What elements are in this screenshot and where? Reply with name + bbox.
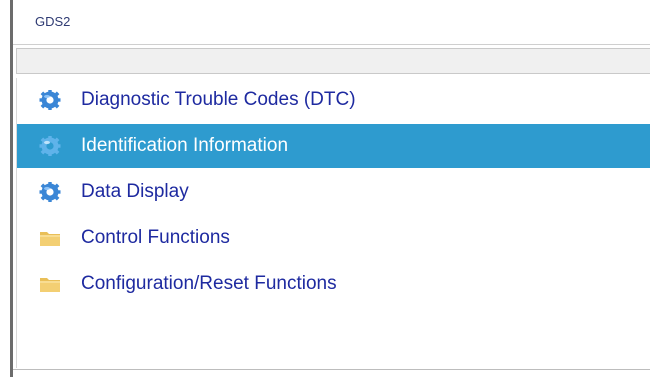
- folder-icon: [40, 232, 60, 246]
- function-tree: Diagnostic Trouble Codes (DTC) Identific…: [16, 78, 650, 368]
- tree-item-label: Identification Information: [81, 135, 289, 156]
- window-title: GDS2: [35, 14, 71, 29]
- tree-item-label: Diagnostic Trouble Codes (DTC): [81, 89, 356, 110]
- tree-item-configuration-reset[interactable]: Configuration/Reset Functions: [17, 262, 650, 306]
- folder-icon: [40, 278, 60, 292]
- window-border: [10, 0, 13, 377]
- gear-icon: [39, 136, 61, 156]
- gear-icon: [39, 90, 61, 110]
- tree-item-data-display[interactable]: Data Display: [17, 170, 650, 214]
- gear-icon: [39, 182, 61, 202]
- toolbar-strip: [16, 48, 650, 74]
- tree-item-dtc[interactable]: Diagnostic Trouble Codes (DTC): [17, 78, 650, 122]
- tree-item-label: Data Display: [81, 181, 189, 202]
- tree-item-label: Control Functions: [81, 227, 230, 248]
- panel-bottom-border: [13, 369, 650, 370]
- tree-item-control-functions[interactable]: Control Functions: [17, 216, 650, 260]
- tree-item-label: Configuration/Reset Functions: [81, 273, 337, 294]
- title-bar: GDS2: [13, 0, 650, 45]
- app-window: GDS2 Diagnostic Trouble Codes (DTC) Iden…: [0, 0, 650, 377]
- tree-item-identification[interactable]: Identification Information: [17, 124, 650, 168]
